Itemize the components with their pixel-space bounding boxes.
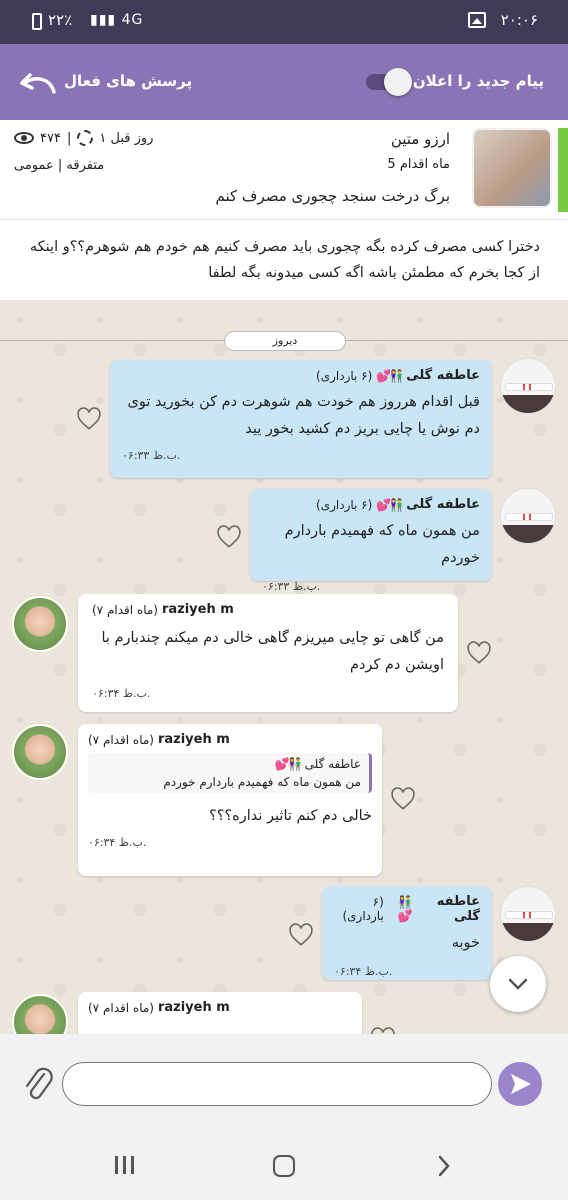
author-avatar[interactable] xyxy=(472,128,552,208)
sender-status: (۷ ماه اقدام) xyxy=(88,732,154,747)
message-bubble[interactable]: (۷ ماه اقدام) raziyeh m من گاهی تو چایی م… xyxy=(78,594,458,712)
meta-separator: | xyxy=(66,130,72,146)
sender-emoji: 👫💕 xyxy=(397,895,413,923)
image-notification-icon xyxy=(468,12,486,28)
like-heart-icon[interactable] xyxy=(370,1026,396,1034)
message-time: ۰۶:۳۴ ب.ظ. xyxy=(92,687,151,700)
attach-icon[interactable] xyxy=(22,1064,54,1104)
message-input[interactable] xyxy=(62,1062,492,1106)
message-time: ۰۶:۳۳ ب.ظ. xyxy=(122,449,181,462)
sender-name: عاطفه گلی xyxy=(406,497,480,512)
avatar[interactable] xyxy=(500,488,556,544)
battery-icon xyxy=(32,13,42,30)
sender-status: (۶ بارداری) xyxy=(316,497,373,512)
message-text: من همون ماه که فهمیدم باردارم خوردم xyxy=(284,523,480,566)
toolbar: پیام جدید را اعلان کن پرسش های فعال xyxy=(0,44,568,120)
sender-name: عاطفه گلی xyxy=(406,368,480,383)
sender-name: raziyeh m xyxy=(157,1000,230,1015)
message-time: ۰۶:۳۳ ب.ظ. xyxy=(262,580,321,593)
message-bubble[interactable]: عاطفه گلی 👫💕 (۶ بارداری) خوبه ۰۶:۳۴ ب.ظ. xyxy=(322,886,492,980)
signal-icon: ▮▮▮ 4G xyxy=(90,12,144,28)
quoted-message[interactable]: عاطفه گلی 👫💕 من همون ماه که فهمیدم باردار… xyxy=(88,753,372,793)
network-type: 4G xyxy=(121,12,144,28)
like-heart-icon[interactable] xyxy=(288,922,314,948)
question-meta: ۴۷۴ | ۱ روز قبل xyxy=(14,130,153,146)
toggle-knob xyxy=(384,68,412,96)
sender-emoji: 👫💕 xyxy=(376,368,404,383)
like-heart-icon[interactable] xyxy=(76,406,102,432)
like-heart-icon[interactable] xyxy=(390,786,416,812)
sender-status: (۶ بارداری) xyxy=(342,895,384,923)
author-stage: 5 ماه اقدام xyxy=(387,157,450,172)
status-bar: ۲۰:۰۶ ۲۲٪ ▮▮▮ 4G xyxy=(0,0,568,44)
quote-text: من همون ماه که فهمیدم باردارم خوردم xyxy=(163,775,361,789)
view-count: ۴۷۴ xyxy=(40,130,61,146)
message-text: من گاهی تو چایی میریزم گاهی خالی دم میکن… xyxy=(101,630,444,673)
sender-status: (۶ بارداری) xyxy=(316,368,373,383)
author-name: ارزو متین xyxy=(390,130,450,148)
avatar[interactable] xyxy=(12,724,68,780)
recent-apps-button[interactable] xyxy=(115,1156,134,1174)
nav-back-button[interactable] xyxy=(436,1154,452,1178)
sender-name: raziyeh m xyxy=(157,732,230,747)
sender-emoji: 👫💕 xyxy=(376,497,404,512)
back-arrow-icon[interactable] xyxy=(18,70,58,96)
message-bubble[interactable]: عاطفه گلی 👫💕 (۶ بارداری) من همون ماه که فه… xyxy=(250,489,492,593)
system-nav-bar xyxy=(0,1128,568,1200)
message-bubble[interactable]: (۷ ماه اقدام) raziyeh m عاطفه گلی 👫💕 من هم… xyxy=(78,724,382,876)
quote-sender: عاطفه گلی xyxy=(304,757,361,771)
message-bubble[interactable]: عاطفه گلی 👫💕 (۶ بارداری) قبل اقدام هرروز ه… xyxy=(110,360,492,478)
chat-area[interactable]: دیروز عاطفه گلی 👫💕 (۶ بارداری) قبل اقدام ه… xyxy=(0,300,568,1034)
clock-icon xyxy=(77,130,94,146)
sender-name: عاطفه گلی xyxy=(436,894,480,924)
question-title: برگ درخت سنجد چجوری مصرف کنم xyxy=(215,187,451,205)
avatar[interactable] xyxy=(500,886,556,942)
question-card[interactable]: ارزو متین 5 ماه اقدام برگ درخت سنجد چجور… xyxy=(0,120,568,220)
clock: ۲۰:۰۶ xyxy=(500,11,538,29)
battery-percent: ۲۲٪ xyxy=(48,11,73,29)
message-time: ۰۶:۳۴ ب.ظ. xyxy=(334,965,393,978)
avatar[interactable] xyxy=(12,596,68,652)
notify-toggle[interactable] xyxy=(366,68,412,96)
category: متفرقه | عمومی xyxy=(14,158,105,173)
like-heart-icon[interactable] xyxy=(466,640,492,666)
send-button[interactable] xyxy=(498,1062,542,1106)
message-bubble[interactable]: (۷ ماه اقدام) raziyeh m xyxy=(78,992,362,1034)
message-input-bar xyxy=(0,1034,568,1128)
day-label: دیروز xyxy=(224,331,346,351)
quote-emoji: 👫💕 xyxy=(274,757,303,771)
time-ago: ۱ روز قبل xyxy=(99,130,154,146)
sender-name: raziyeh m xyxy=(161,602,234,617)
send-icon xyxy=(511,1074,531,1094)
avatar[interactable] xyxy=(500,358,556,414)
message-text: خوبه xyxy=(451,935,480,951)
home-button[interactable] xyxy=(273,1155,295,1177)
message-text: خالی دم کنم تاثیر نداره؟؟؟ xyxy=(209,808,372,824)
sender-status: (۷ ماه اقدام) xyxy=(88,1000,154,1015)
message-time: ۰۶:۳۴ ب.ظ. xyxy=(88,836,147,849)
eye-icon xyxy=(14,132,34,144)
sender-status: (۷ ماه اقدام) xyxy=(92,602,158,617)
question-body: دخترا کسی مصرف کرده بگه چجوری باید مصرف … xyxy=(0,220,568,300)
message-text: قبل اقدام هرروز هم خودت هم شوهرت دم کن ب… xyxy=(127,394,481,437)
accent-bar xyxy=(558,128,568,212)
chevron-down-icon xyxy=(508,978,528,990)
active-questions-title: پرسش های فعال xyxy=(64,72,193,90)
like-heart-icon[interactable] xyxy=(216,524,242,550)
scroll-down-button[interactable] xyxy=(490,956,546,1012)
